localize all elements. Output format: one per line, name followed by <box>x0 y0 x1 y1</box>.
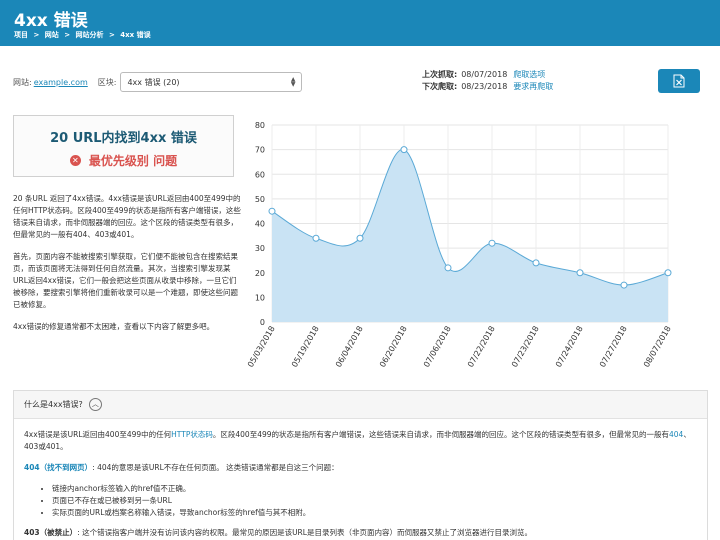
faq-question: 什么是4xx错误? <box>24 400 83 409</box>
breadcrumb-separator: > <box>33 31 40 39</box>
crawl-info: 上次抓取: 08/07/2018 爬取选项 下次爬取: 08/23/2018 要求再爬取 <box>422 69 553 93</box>
y-tick-label: 20 <box>255 269 265 278</box>
breadcrumb: 项目 > 网站 > 网站分析 > 4xx 错误 <box>14 30 154 40</box>
x-tick-label: 06/20/2018 <box>378 325 409 369</box>
request-recrawl-link[interactable]: 要求再爬取 <box>513 82 553 91</box>
summary-box: 20 URL内找到4xx 错误 ✕ 最优先级别 问题 <box>13 115 234 177</box>
faq-body: 4xx错误是该URL返回由400至499中的任何HTTP状态码。区段400至49… <box>14 419 707 539</box>
y-tick-label: 30 <box>255 244 265 253</box>
filter-bar: 网站: example.com 区块: 4xx 错误 (20) ▲ ▼ <box>13 72 303 92</box>
data-point <box>488 239 496 247</box>
faq-text: : 这个错误指客户端并没有访问该内容的权限。最常见的原因是该URL是目录列表（非… <box>77 528 532 537</box>
next-crawl-label: 下次爬取: <box>422 82 458 91</box>
x-tick-label: 06/04/2018 <box>334 325 365 369</box>
faq-text: : 404的意思是该URL不存在任何页面。 这类错误通常都是自这三个问题： <box>92 463 339 472</box>
x-tick-label: 07/24/2018 <box>554 325 585 369</box>
data-point <box>268 207 276 215</box>
faq-bullet-list: 链接内anchor标签输入的href值不正确。 页面已不存在或已被移到另一条UR… <box>52 483 697 519</box>
y-tick-label: 10 <box>255 293 265 302</box>
data-point <box>400 146 408 154</box>
breadcrumb-site-analysis[interactable]: 网站分析 <box>76 31 104 39</box>
faq-text: 。区段400至499的状态是指所有客户端错误，这些错误来自请求，而非伺服器端的回… <box>212 430 670 439</box>
data-point <box>620 281 628 289</box>
y-tick-label: 60 <box>255 170 265 179</box>
next-crawl-date: 08/23/2018 <box>461 82 508 91</box>
error-trend-chart: 0 10 20 30 40 50 60 70 80 05/03/2018 05/19/2018 06/… <box>246 121 673 369</box>
faq-header[interactable]: 什么是4xx错误? ︿ <box>14 391 707 419</box>
summary-count: 20 URL内找到4xx 错误 <box>50 131 197 146</box>
breadcrumb-separator: > <box>108 31 115 39</box>
page-header: 4xx 错误 项目 > 网站 > 网站分析 > 4xx 错误 <box>0 0 720 46</box>
data-point <box>532 259 540 267</box>
http-status-link[interactable]: HTTP状态码 <box>171 430 213 439</box>
priority-label: 最优先级别 问题 <box>88 154 178 168</box>
site-link[interactable]: example.com <box>34 78 88 87</box>
area-fill <box>272 149 668 322</box>
list-item: 链接内anchor标签输入的href值不正确。 <box>52 483 697 495</box>
list-item: 实际页面的URL或档案名称输入错误，导致anchor标签的href值与其不相附。 <box>52 507 697 519</box>
breadcrumb-separator: > <box>64 31 71 39</box>
select-arrows-icon: ▲ ▼ <box>290 76 296 88</box>
faq-paragraph: 404（找不到网页）: 404的意思是该URL不存在任何页面。 这类错误通常都是… <box>24 462 697 474</box>
block-select-value: 4xx 错误 (20) <box>127 77 180 87</box>
x-tick-label: 07/27/2018 <box>598 325 629 369</box>
y-tick-label: 80 <box>255 121 265 130</box>
breadcrumb-projects[interactable]: 项目 <box>14 31 28 39</box>
page-title: 4xx 错误 <box>14 11 88 31</box>
data-point <box>576 269 584 277</box>
breadcrumb-current: 4xx 错误 <box>120 31 151 39</box>
site-label: 网站: <box>13 77 32 87</box>
chevron-up-icon[interactable]: ︿ <box>88 398 102 411</box>
x-tick-label: 07/23/2018 <box>510 325 541 369</box>
excel-icon <box>673 74 685 88</box>
data-point <box>356 234 364 242</box>
faq-paragraph: 403（被禁止）: 这个错误指客户端并没有访问该内容的权限。最常见的原因是该UR… <box>24 527 697 539</box>
last-crawl-label: 上次抓取: <box>422 70 458 79</box>
404-link[interactable]: 404 <box>669 430 683 439</box>
block-select[interactable]: 4xx 错误 (20) ▲ ▼ <box>120 72 303 92</box>
faq-paragraph: 4xx错误是该URL返回由400至499中的任何HTTP状态码。区段400至49… <box>24 429 697 453</box>
description: 20 条URL 返回了4xx错误。4xx错误是该URL返回由400至499中的任… <box>13 193 241 343</box>
y-tick-label: 70 <box>255 146 265 155</box>
error-circle-icon: ✕ <box>69 155 81 166</box>
list-item: 页面已不存在或已被移到另一条URL <box>52 495 697 507</box>
breadcrumb-website[interactable]: 网站 <box>45 31 59 39</box>
x-tick-label: 07/06/2018 <box>422 325 453 369</box>
x-tick-label: 05/19/2018 <box>290 325 321 369</box>
description-paragraph: 20 条URL 返回了4xx错误。4xx错误是该URL返回由400至499中的任… <box>13 194 241 239</box>
x-tick-label: 05/03/2018 <box>246 325 277 369</box>
description-paragraph: 4xx错误的修复通常都不太困难，查看以下内容了解更多吧。 <box>13 322 215 331</box>
x-tick-label: 07/22/2018 <box>466 325 497 369</box>
export-excel-button[interactable] <box>658 69 700 93</box>
faq-404-heading: 404（找不到网页） <box>24 463 93 472</box>
last-crawl-date: 08/07/2018 <box>461 70 508 79</box>
crawl-options-link[interactable]: 爬取选项 <box>513 70 545 79</box>
x-tick-label: 08/07/2018 <box>642 325 673 369</box>
y-tick-label: 50 <box>255 195 265 204</box>
priority-badge: ✕ 最优先级别 问题 <box>14 152 233 169</box>
faq-text: 4xx错误是该URL返回由400至499中的任何 <box>24 430 172 439</box>
y-tick-label: 40 <box>255 220 265 229</box>
data-point <box>312 234 320 242</box>
faq-403-heading: 403（被禁止） <box>24 528 78 537</box>
faq-panel: 什么是4xx错误? ︿ 4xx错误是该URL返回由400至499中的任何HTTP… <box>13 390 708 540</box>
data-point <box>664 269 672 277</box>
block-label: 区块: <box>97 77 117 87</box>
description-paragraph: 首先，页面内容不能被搜索引擎获取，它们便不能被包含在搜索结果页，而该页面将无法得… <box>13 252 238 309</box>
y-tick-label: 0 <box>260 318 265 327</box>
data-point <box>444 264 452 272</box>
